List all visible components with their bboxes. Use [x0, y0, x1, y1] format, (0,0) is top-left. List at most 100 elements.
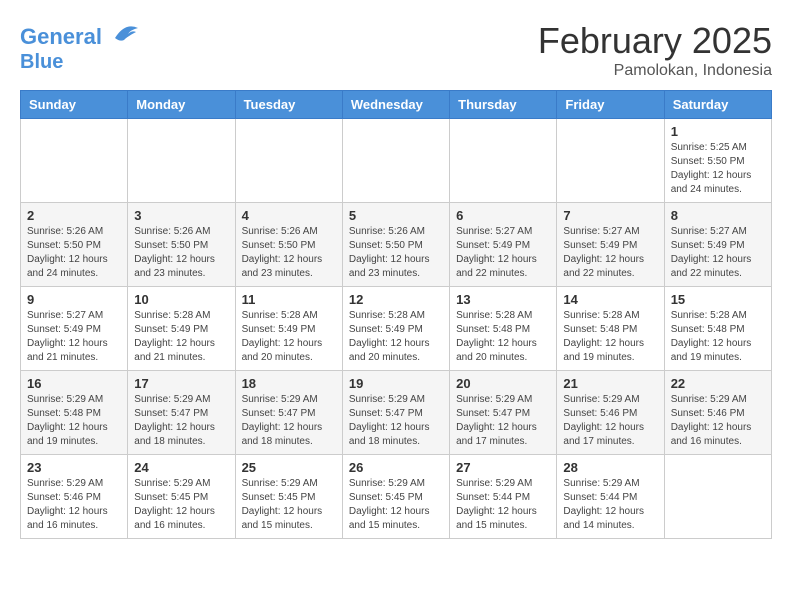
day-info: Sunrise: 5:26 AM Sunset: 5:50 PM Dayligh…: [134, 225, 228, 281]
day-number: 9: [27, 292, 121, 307]
day-info: Sunrise: 5:29 AM Sunset: 5:47 PM Dayligh…: [242, 393, 336, 449]
calendar-cell: 8Sunrise: 5:27 AM Sunset: 5:49 PM Daylig…: [664, 203, 771, 287]
calendar-cell: 25Sunrise: 5:29 AM Sunset: 5:45 PM Dayli…: [235, 455, 342, 539]
calendar-cell: [342, 119, 449, 203]
calendar-cell: 7 Sunrise: 5:27 AM Sunset: 5:49 PM Daylig…: [557, 203, 664, 287]
weekday-header-row: SundayMondayTuesdayWednesdayThursdayFrid…: [21, 91, 772, 119]
day-info: Sunrise: 5:26 AM Sunset: 5:50 PM Dayligh…: [27, 225, 121, 281]
month-title: February 2025: [538, 20, 772, 62]
calendar-cell: 1 Sunrise: 5:25 AM Sunset: 5:50 PM Daylig…: [664, 119, 771, 203]
weekday-header-saturday: Saturday: [664, 91, 771, 119]
calendar-cell: 2Sunrise: 5:26 AM Sunset: 5:50 PM Daylig…: [21, 203, 128, 287]
day-info: Sunrise: 5:27 AM Sunset: 5:49 PM Dayligh…: [671, 225, 765, 281]
day-number: 21: [563, 376, 657, 391]
day-info: Sunrise: 5:27 AM Sunset: 5:49 PM Dayligh…: [456, 225, 550, 281]
day-info: Sunrise: 5:26 AM Sunset: 5:50 PM Dayligh…: [349, 225, 443, 281]
calendar-week-3: 9 Sunrise: 5:27 AM Sunset: 5:49 PM Daylig…: [21, 287, 772, 371]
day-number: 11: [242, 292, 336, 307]
calendar-cell: [21, 119, 128, 203]
day-number: 20: [456, 376, 550, 391]
logo: General Blue: [20, 20, 140, 73]
day-info: Sunrise: 5:28 AM Sunset: 5:49 PM Dayligh…: [242, 309, 336, 365]
day-number: 13: [456, 292, 550, 307]
location: Pamolokan, Indonesia: [538, 62, 772, 80]
day-number: 23: [27, 460, 121, 475]
calendar-cell: 26 Sunrise: 5:29 AM Sunset: 5:45 PM Dayli…: [342, 455, 449, 539]
day-number: 3: [134, 208, 228, 223]
day-info: Sunrise: 5:29 AM Sunset: 5:44 PM Dayligh…: [563, 477, 657, 533]
calendar-cell: 21 Sunrise: 5:29 AM Sunset: 5:46 PM Dayli…: [557, 371, 664, 455]
calendar-cell: 6 Sunrise: 5:27 AM Sunset: 5:49 PM Daylig…: [450, 203, 557, 287]
day-number: 10: [134, 292, 228, 307]
day-info: Sunrise: 5:29 AM Sunset: 5:45 PM Dayligh…: [134, 477, 228, 533]
weekday-header-friday: Friday: [557, 91, 664, 119]
day-number: 6: [456, 208, 550, 223]
calendar-cell: 3 Sunrise: 5:26 AM Sunset: 5:50 PM Daylig…: [128, 203, 235, 287]
day-number: 18: [242, 376, 336, 391]
day-number: 12: [349, 292, 443, 307]
calendar-cell: 24Sunrise: 5:29 AM Sunset: 5:45 PM Dayli…: [128, 455, 235, 539]
day-info: Sunrise: 5:29 AM Sunset: 5:47 PM Dayligh…: [349, 393, 443, 449]
day-info: Sunrise: 5:27 AM Sunset: 5:49 PM Dayligh…: [563, 225, 657, 281]
calendar-cell: 19 Sunrise: 5:29 AM Sunset: 5:47 PM Dayli…: [342, 371, 449, 455]
calendar-cell: 10Sunrise: 5:28 AM Sunset: 5:49 PM Dayli…: [128, 287, 235, 371]
calendar-cell: [557, 119, 664, 203]
calendar-cell: 4Sunrise: 5:26 AM Sunset: 5:50 PM Daylig…: [235, 203, 342, 287]
weekday-header-wednesday: Wednesday: [342, 91, 449, 119]
calendar-cell: 15 Sunrise: 5:28 AM Sunset: 5:48 PM Dayli…: [664, 287, 771, 371]
calendar-cell: 18 Sunrise: 5:29 AM Sunset: 5:47 PM Dayli…: [235, 371, 342, 455]
day-number: 22: [671, 376, 765, 391]
calendar-cell: 16 Sunrise: 5:29 AM Sunset: 5:48 PM Dayli…: [21, 371, 128, 455]
day-info: Sunrise: 5:29 AM Sunset: 5:45 PM Dayligh…: [349, 477, 443, 533]
logo-bird-icon: [110, 20, 140, 44]
day-info: Sunrise: 5:29 AM Sunset: 5:45 PM Dayligh…: [242, 477, 336, 533]
day-number: 17: [134, 376, 228, 391]
calendar-cell: 12 Sunrise: 5:28 AM Sunset: 5:49 PM Dayli…: [342, 287, 449, 371]
calendar-cell: [664, 455, 771, 539]
day-number: 5: [349, 208, 443, 223]
day-number: 28: [563, 460, 657, 475]
day-number: 1: [671, 124, 765, 139]
title-area: February 2025 Pamolokan, Indonesia: [538, 20, 772, 80]
day-number: 14: [563, 292, 657, 307]
day-number: 26: [349, 460, 443, 475]
calendar-week-1: 1 Sunrise: 5:25 AM Sunset: 5:50 PM Daylig…: [21, 119, 772, 203]
logo-general: General: [20, 24, 102, 49]
day-info: Sunrise: 5:26 AM Sunset: 5:50 PM Dayligh…: [242, 225, 336, 281]
calendar-cell: 14 Sunrise: 5:28 AM Sunset: 5:48 PM Dayli…: [557, 287, 664, 371]
day-number: 27: [456, 460, 550, 475]
day-info: Sunrise: 5:28 AM Sunset: 5:48 PM Dayligh…: [671, 309, 765, 365]
day-info: Sunrise: 5:28 AM Sunset: 5:48 PM Dayligh…: [456, 309, 550, 365]
calendar-cell: 20 Sunrise: 5:29 AM Sunset: 5:47 PM Dayli…: [450, 371, 557, 455]
day-info: Sunrise: 5:29 AM Sunset: 5:46 PM Dayligh…: [27, 477, 121, 533]
weekday-header-sunday: Sunday: [21, 91, 128, 119]
day-info: Sunrise: 5:29 AM Sunset: 5:46 PM Dayligh…: [563, 393, 657, 449]
day-info: Sunrise: 5:25 AM Sunset: 5:50 PM Dayligh…: [671, 141, 765, 197]
day-info: Sunrise: 5:29 AM Sunset: 5:47 PM Dayligh…: [134, 393, 228, 449]
calendar-cell: 28 Sunrise: 5:29 AM Sunset: 5:44 PM Dayli…: [557, 455, 664, 539]
day-info: Sunrise: 5:29 AM Sunset: 5:48 PM Dayligh…: [27, 393, 121, 449]
calendar-cell: [235, 119, 342, 203]
day-number: 19: [349, 376, 443, 391]
weekday-header-tuesday: Tuesday: [235, 91, 342, 119]
day-info: Sunrise: 5:27 AM Sunset: 5:49 PM Dayligh…: [27, 309, 121, 365]
calendar-week-2: 2Sunrise: 5:26 AM Sunset: 5:50 PM Daylig…: [21, 203, 772, 287]
day-number: 15: [671, 292, 765, 307]
calendar-week-4: 16 Sunrise: 5:29 AM Sunset: 5:48 PM Dayli…: [21, 371, 772, 455]
calendar-week-5: 23 Sunrise: 5:29 AM Sunset: 5:46 PM Dayli…: [21, 455, 772, 539]
calendar-cell: 13 Sunrise: 5:28 AM Sunset: 5:48 PM Dayli…: [450, 287, 557, 371]
calendar-cell: 5 Sunrise: 5:26 AM Sunset: 5:50 PM Daylig…: [342, 203, 449, 287]
day-info: Sunrise: 5:29 AM Sunset: 5:47 PM Dayligh…: [456, 393, 550, 449]
calendar-cell: 17 Sunrise: 5:29 AM Sunset: 5:47 PM Dayli…: [128, 371, 235, 455]
day-info: Sunrise: 5:29 AM Sunset: 5:44 PM Dayligh…: [456, 477, 550, 533]
day-info: Sunrise: 5:28 AM Sunset: 5:48 PM Dayligh…: [563, 309, 657, 365]
calendar-cell: 22Sunrise: 5:29 AM Sunset: 5:46 PM Dayli…: [664, 371, 771, 455]
calendar-cell: [450, 119, 557, 203]
weekday-header-thursday: Thursday: [450, 91, 557, 119]
day-number: 16: [27, 376, 121, 391]
calendar-cell: 9 Sunrise: 5:27 AM Sunset: 5:49 PM Daylig…: [21, 287, 128, 371]
calendar-cell: 27 Sunrise: 5:29 AM Sunset: 5:44 PM Dayli…: [450, 455, 557, 539]
day-info: Sunrise: 5:28 AM Sunset: 5:49 PM Dayligh…: [349, 309, 443, 365]
calendar-cell: 23 Sunrise: 5:29 AM Sunset: 5:46 PM Dayli…: [21, 455, 128, 539]
day-number: 7: [563, 208, 657, 223]
